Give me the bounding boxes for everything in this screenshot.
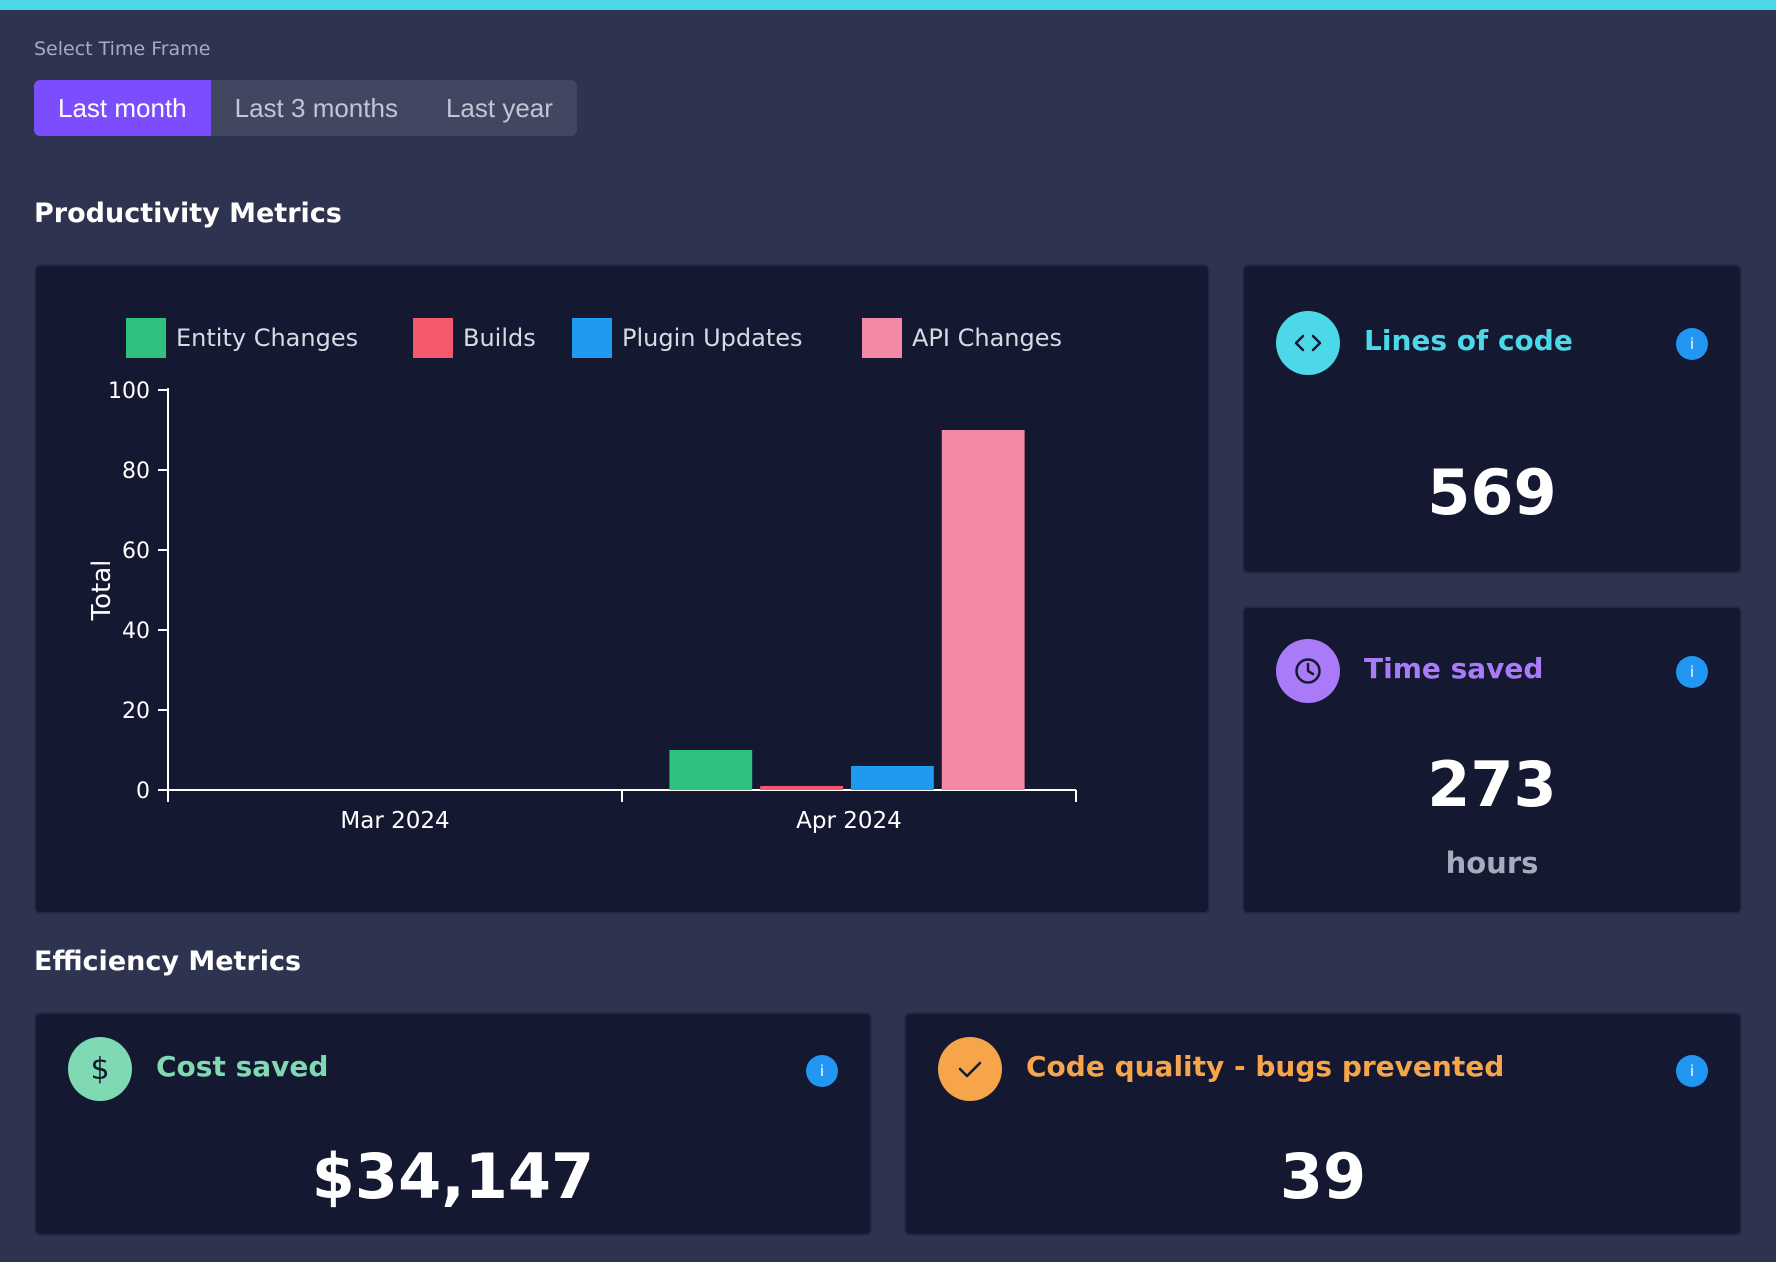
- bar-api-changes: [941, 430, 1025, 790]
- clock-icon: [1276, 639, 1340, 703]
- y-tick-label: 20: [122, 699, 150, 724]
- time-saved-value: 273: [1427, 748, 1557, 821]
- efficiency-metrics-heading: Efficiency Metrics: [34, 946, 302, 977]
- code-quality-title: Code quality - bugs prevented: [1026, 1050, 1505, 1083]
- info-icon[interactable]: i: [1676, 1055, 1708, 1087]
- lines-of-code-title: Lines of code: [1364, 324, 1573, 357]
- dollar-icon: $: [68, 1037, 132, 1101]
- time-saved-title: Time saved: [1364, 652, 1544, 685]
- cost-saved-value: $34,147: [311, 1140, 595, 1213]
- info-icon[interactable]: i: [806, 1055, 838, 1087]
- bar-entity-changes: [669, 750, 753, 790]
- cost-saved-title: Cost saved: [156, 1050, 329, 1083]
- y-tick-label: 40: [122, 619, 150, 644]
- x-tick-label: Apr 2024: [796, 808, 902, 834]
- lines-of-code-value: 569: [1427, 456, 1557, 529]
- bar-plugin-updates: [851, 766, 934, 790]
- time-saved-unit: hours: [1445, 846, 1539, 880]
- info-icon[interactable]: i: [1676, 328, 1708, 360]
- y-axis-label: Total: [87, 560, 117, 622]
- y-tick-label: 60: [122, 539, 150, 564]
- x-tick-label: Mar 2024: [340, 808, 449, 834]
- y-tick-label: 80: [122, 459, 150, 484]
- code-quality-value: 39: [1279, 1140, 1367, 1213]
- bar-builds: [760, 786, 843, 790]
- info-icon[interactable]: i: [1676, 656, 1708, 688]
- y-tick-label: 0: [136, 779, 150, 804]
- y-tick-label: 100: [108, 379, 150, 404]
- check-icon: [938, 1037, 1002, 1101]
- code-icon: [1276, 311, 1340, 375]
